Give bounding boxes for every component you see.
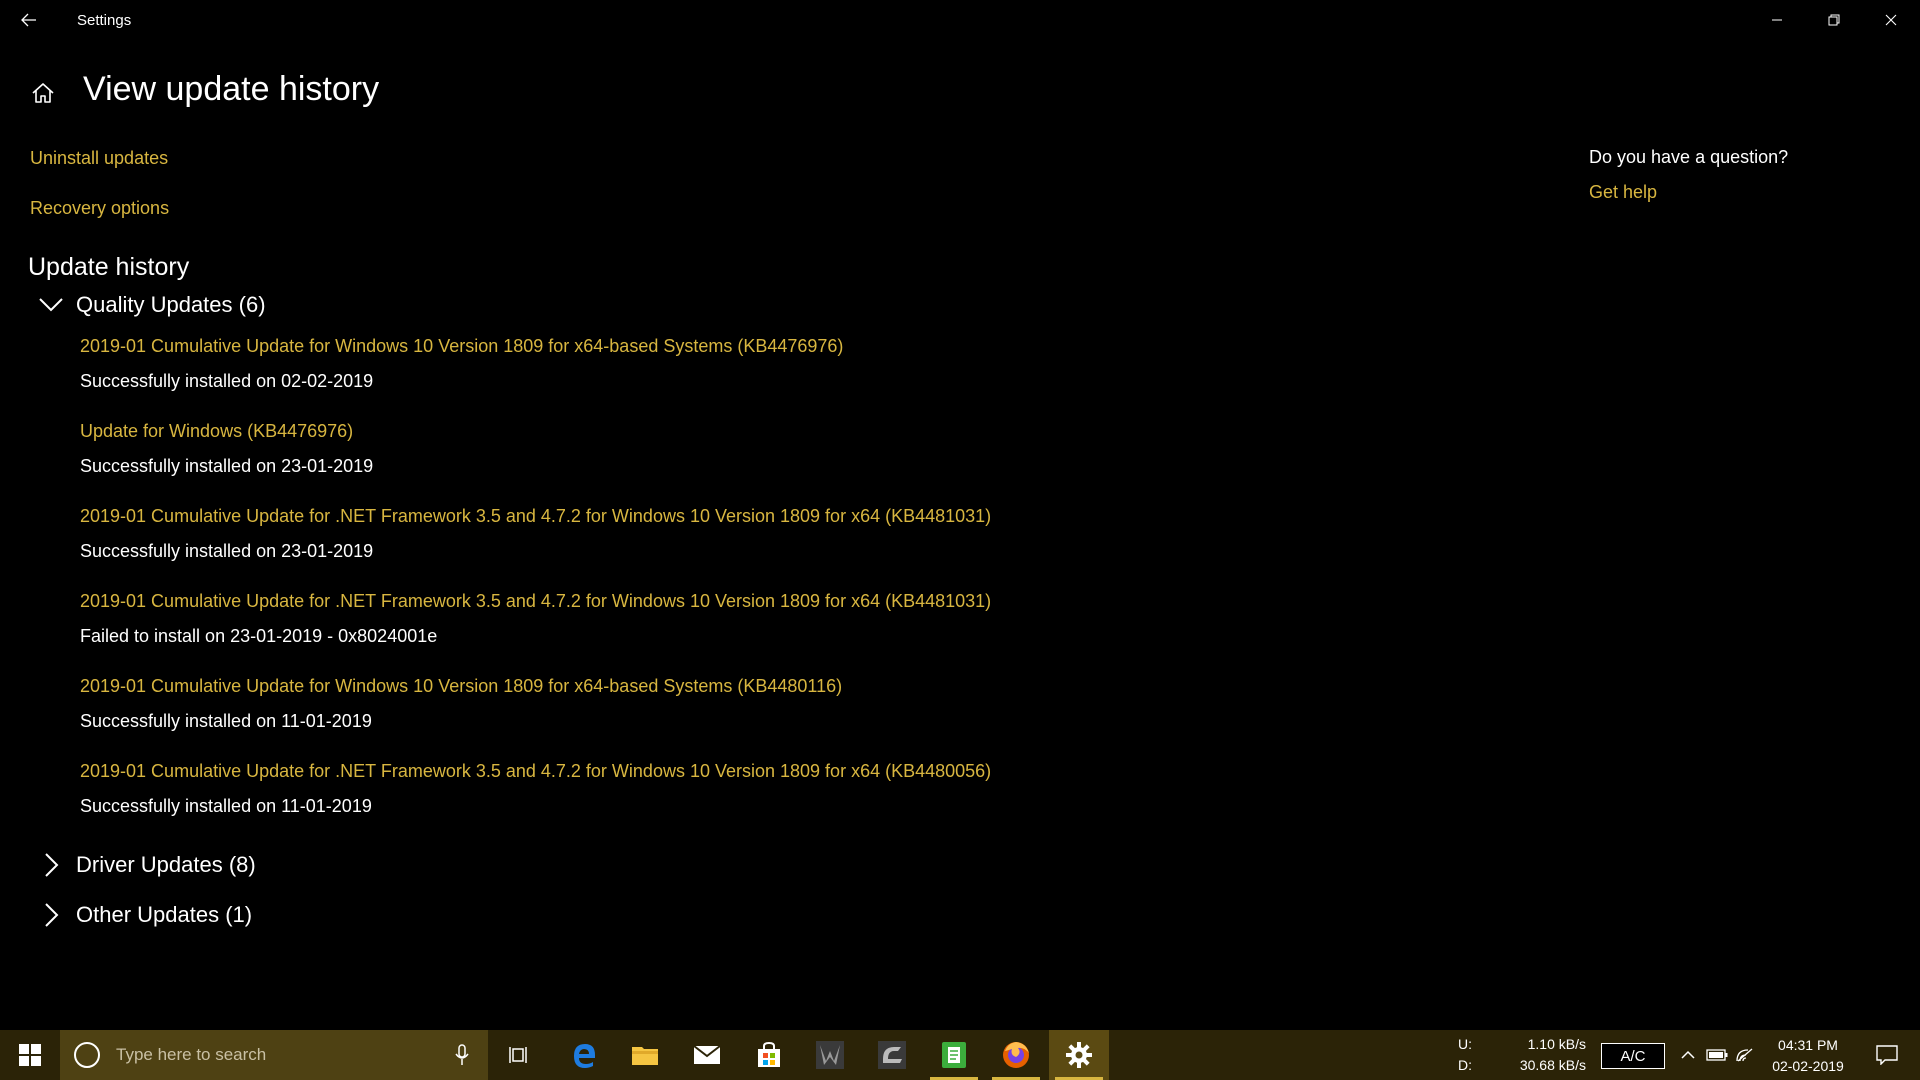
store-icon (758, 1042, 780, 1067)
back-arrow-icon (21, 13, 36, 27)
mail-icon (693, 1045, 721, 1064)
settings-taskbar-button[interactable] (1049, 1030, 1109, 1080)
gear-icon (1066, 1042, 1092, 1068)
close-button[interactable] (1862, 0, 1919, 40)
update-status: Successfully installed on 23-01-2019 (80, 456, 374, 476)
update-item: Update for Windows (KB4476976) Successfu… (80, 421, 373, 477)
download-speed: 30.68 kB/s (1519, 1057, 1586, 1073)
driver-updates-label: Driver Updates (8) (76, 852, 256, 877)
predator-app-taskbar-button[interactable] (800, 1030, 860, 1080)
start-button[interactable] (0, 1030, 60, 1080)
back-button[interactable] (8, 0, 50, 40)
update-name-link[interactable]: 2019-01 Cumulative Update for Windows 10… (80, 676, 842, 697)
page-title: View update history (83, 70, 380, 108)
update-item: 2019-01 Cumulative Update for .NET Frame… (80, 506, 991, 562)
update-status: Successfully installed on 02-02-2019 (80, 371, 374, 391)
action-center-button[interactable] (1862, 1030, 1912, 1080)
firefox-taskbar-button[interactable] (986, 1030, 1046, 1080)
update-status: Successfully installed on 11-01-2019 (80, 711, 372, 731)
taskbar-search-box[interactable] (60, 1030, 488, 1080)
upload-label: U: (1458, 1036, 1472, 1052)
download-label: D: (1458, 1057, 1472, 1073)
question-heading: Do you have a question? (1589, 147, 1789, 167)
update-history-heading: Update history (28, 253, 190, 281)
get-help-link[interactable]: Get help (1589, 182, 1657, 203)
window-title: Settings (77, 12, 132, 29)
other-updates-label: Other Updates (1) (76, 902, 253, 927)
update-name-link[interactable]: Update for Windows (KB4476976) (80, 421, 373, 442)
notes-icon (942, 1042, 966, 1068)
chevron-down-icon (36, 290, 66, 320)
update-name-link[interactable]: 2019-01 Cumulative Update for .NET Frame… (80, 591, 991, 612)
title-bar: Settings (0, 0, 1920, 40)
edge-taskbar-button[interactable] (554, 1030, 614, 1080)
battery-icon (1706, 1049, 1728, 1061)
folder-icon (632, 1047, 658, 1065)
chevron-right-icon (36, 900, 66, 930)
geforce-icon (878, 1041, 906, 1069)
ac-power-indicator[interactable]: A/C (1601, 1043, 1665, 1069)
wifi-icon (1736, 1048, 1753, 1062)
task-view-icon (509, 1047, 527, 1063)
clock-date: 02-02-2019 (1772, 1058, 1844, 1074)
windows-logo-icon (19, 1044, 41, 1066)
minimize-button[interactable] (1748, 0, 1805, 40)
update-name-link[interactable]: 2019-01 Cumulative Update for .NET Frame… (80, 506, 991, 527)
update-name-link[interactable]: 2019-01 Cumulative Update for Windows 10… (80, 336, 843, 357)
quality-updates-label: Quality Updates (6) (76, 292, 266, 317)
chevron-up-icon (1681, 1050, 1695, 1059)
update-item: 2019-01 Cumulative Update for Windows 10… (80, 336, 843, 392)
task-view-button[interactable] (489, 1030, 549, 1080)
close-icon (1885, 14, 1896, 26)
driver-updates-header[interactable]: Driver Updates (8) (36, 850, 256, 880)
home-icon (32, 83, 54, 103)
clock-time: 04:31 PM (1778, 1037, 1838, 1053)
update-item: 2019-01 Cumulative Update for .NET Frame… (80, 761, 991, 817)
file-explorer-taskbar-button[interactable] (615, 1030, 675, 1080)
minimize-icon (1771, 19, 1782, 21)
chevron-right-icon (36, 850, 66, 880)
search-input[interactable] (114, 1044, 438, 1066)
wifi-button[interactable] (1733, 1030, 1759, 1080)
recovery-options-link[interactable]: Recovery options (30, 198, 169, 219)
cortana-icon (74, 1042, 100, 1068)
network-speed-meter: U: 1.10 kB/s D: 30.68 kB/s (1458, 1034, 1586, 1076)
notes-app-taskbar-button[interactable] (924, 1030, 984, 1080)
firefox-icon (1003, 1042, 1029, 1068)
update-status: Successfully installed on 11-01-2019 (80, 796, 372, 816)
clock[interactable]: 04:31 PM 02-02-2019 (1763, 1035, 1853, 1077)
quality-updates-header[interactable]: Quality Updates (6) (36, 290, 266, 320)
notification-icon (1876, 1045, 1898, 1065)
microphone-icon[interactable] (452, 1042, 472, 1068)
store-taskbar-button[interactable] (739, 1030, 799, 1080)
edge-icon (574, 1044, 595, 1068)
geforce-taskbar-button[interactable] (862, 1030, 922, 1080)
update-status: Successfully installed on 23-01-2019 (80, 541, 374, 561)
predator-app-icon (816, 1041, 844, 1069)
update-name-link[interactable]: 2019-01 Cumulative Update for .NET Frame… (80, 761, 991, 782)
upload-speed: 1.10 kB/s (1527, 1036, 1586, 1052)
other-updates-header[interactable]: Other Updates (1) (36, 900, 252, 930)
restore-button[interactable] (1805, 0, 1862, 40)
taskbar: U: 1.10 kB/s D: 30.68 kB/s A/C 04:31 PM … (0, 1030, 1920, 1080)
uninstall-updates-link[interactable]: Uninstall updates (30, 148, 168, 169)
show-hidden-icons-button[interactable] (1675, 1030, 1701, 1080)
update-item: 2019-01 Cumulative Update for .NET Frame… (80, 591, 991, 647)
battery-button[interactable] (1704, 1030, 1730, 1080)
mail-taskbar-button[interactable] (677, 1030, 737, 1080)
home-button[interactable] (28, 78, 58, 108)
update-item: 2019-01 Cumulative Update for Windows 10… (80, 676, 842, 732)
update-status: Failed to install on 23-01-2019 - 0x8024… (80, 626, 438, 646)
restore-icon (1828, 14, 1839, 26)
